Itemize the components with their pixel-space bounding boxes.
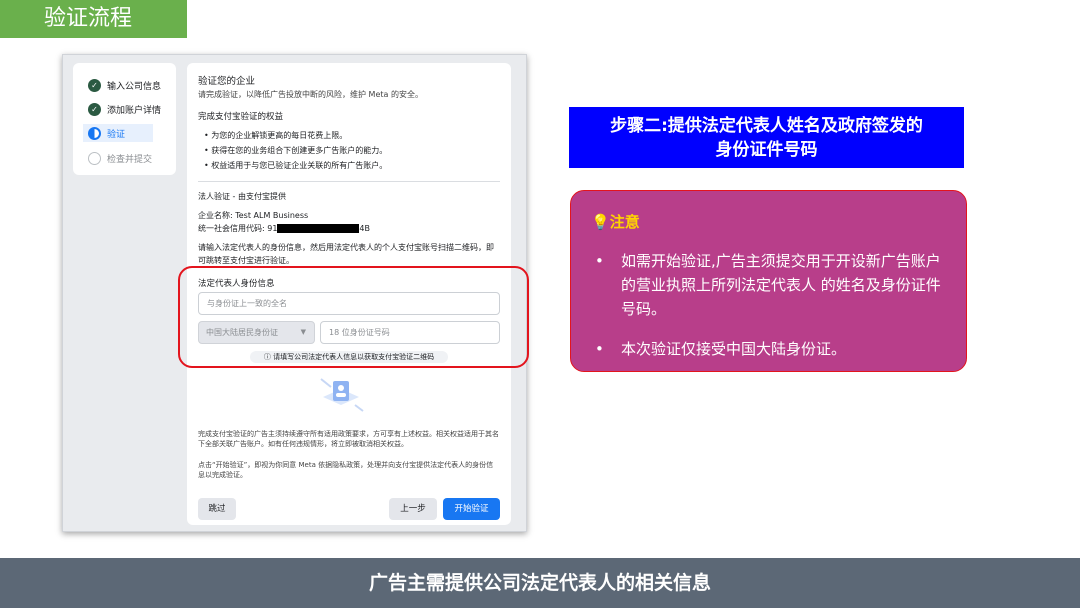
step-company-info[interactable]: ✓ 输入公司信息	[88, 76, 161, 94]
bottom-banner: 广告主需提供公司法定代表人的相关信息	[0, 558, 1080, 608]
note-list: 如需开始验证,广告主须提交用于开设新广告账户的营业执照上所列法定代表人 的姓名及…	[595, 249, 945, 377]
skip-button[interactable]: 跳过	[198, 498, 236, 520]
footer-consent: 点击“开始验证”，即视为你同意 Meta 依据隐私政策，处理并向支付宝提供法定代…	[198, 461, 494, 479]
step-label: 输入公司信息	[107, 81, 162, 92]
card-heading: 验证您的企业	[198, 76, 256, 87]
stepper: ✓ 输入公司信息 ✓ 添加账户详情 验证 检查并提交	[73, 63, 176, 175]
list-item: 获得在您的业务组合下创建更多广告账户的能力。	[198, 143, 500, 158]
back-button[interactable]: 上一步	[389, 498, 437, 520]
divider	[198, 181, 500, 182]
step-label: 检查并提交	[107, 154, 153, 165]
legal-title: 法人验证 - 由支付宝提供	[198, 192, 286, 201]
start-verification-button[interactable]: 开始验证	[443, 498, 500, 520]
half-circle-icon	[88, 126, 101, 140]
note-title-text: 注意	[609, 213, 640, 231]
list-item: 为您的企业解锁更高的每日花费上限。	[198, 128, 500, 143]
credit-code-prefix: 统一社会信用代码: 91	[198, 224, 278, 233]
verification-illustration	[320, 378, 364, 412]
check-icon: ✓	[88, 78, 101, 92]
check-icon: ✓	[88, 102, 101, 116]
slide-title: 验证流程	[0, 0, 187, 38]
step-account-details[interactable]: ✓ 添加账户详情	[88, 100, 161, 118]
step-label: 验证	[107, 129, 126, 140]
list-item: 本次验证仅接受中国大陆身份证。	[595, 337, 945, 361]
step-label: 添加账户详情	[107, 105, 162, 116]
credit-code-suffix: 4B	[359, 224, 370, 233]
list-item: 如需开始验证,广告主须提交用于开设新广告账户的营业执照上所列法定代表人 的姓名及…	[595, 249, 945, 321]
step-review-submit[interactable]: 检查并提交	[88, 149, 152, 167]
list-item: 权益适用于与您已验证企业关联的所有广告账户。	[198, 158, 500, 173]
instructions: 请输入法定代表人的身份信息，然后用法定代表人的个人支付宝账号扫描二维码，即可跳转…	[198, 243, 494, 265]
benefits-title: 完成支付宝验证的权益	[198, 112, 284, 122]
company-name: 企业名称: Test ALM Business	[198, 211, 309, 220]
empty-circle-icon	[88, 151, 101, 165]
credit-code: 统一社会信用代码: 91 4B	[198, 222, 500, 235]
redaction-bar	[277, 224, 360, 233]
highlight-ring	[178, 266, 529, 368]
step-verify[interactable]: 验证	[83, 124, 153, 142]
slide: 验证流程 ✓ 输入公司信息 ✓ 添加账户详情 验证 检查并提交 验证您的企业 请…	[0, 0, 1080, 608]
step2-title-line1: 步骤二:提供法定代表人姓名及政府签发的	[610, 116, 923, 136]
note-box: 💡注意 如需开始验证,广告主须提交用于开设新广告账户的营业执照上所列法定代表人 …	[570, 190, 967, 372]
note-title: 💡注意	[591, 211, 640, 232]
card-subheading: 请完成验证，以降低广告投放中断的风险，维护 Meta 的安全。	[198, 90, 423, 99]
footer-terms: 完成支付宝验证的广告主须持续遵守所有适用政策要求，方可享有上述权益。相关权益适用…	[198, 430, 499, 448]
benefits-list: 为您的企业解锁更高的每日花费上限。 获得在您的业务组合下创建更多广告账户的能力。…	[198, 128, 500, 173]
step2-title: 步骤二:提供法定代表人姓名及政府签发的 身份证件号码	[569, 107, 964, 168]
lightbulb-icon: 💡	[591, 213, 610, 231]
step2-title-line2: 身份证件号码	[715, 140, 818, 160]
